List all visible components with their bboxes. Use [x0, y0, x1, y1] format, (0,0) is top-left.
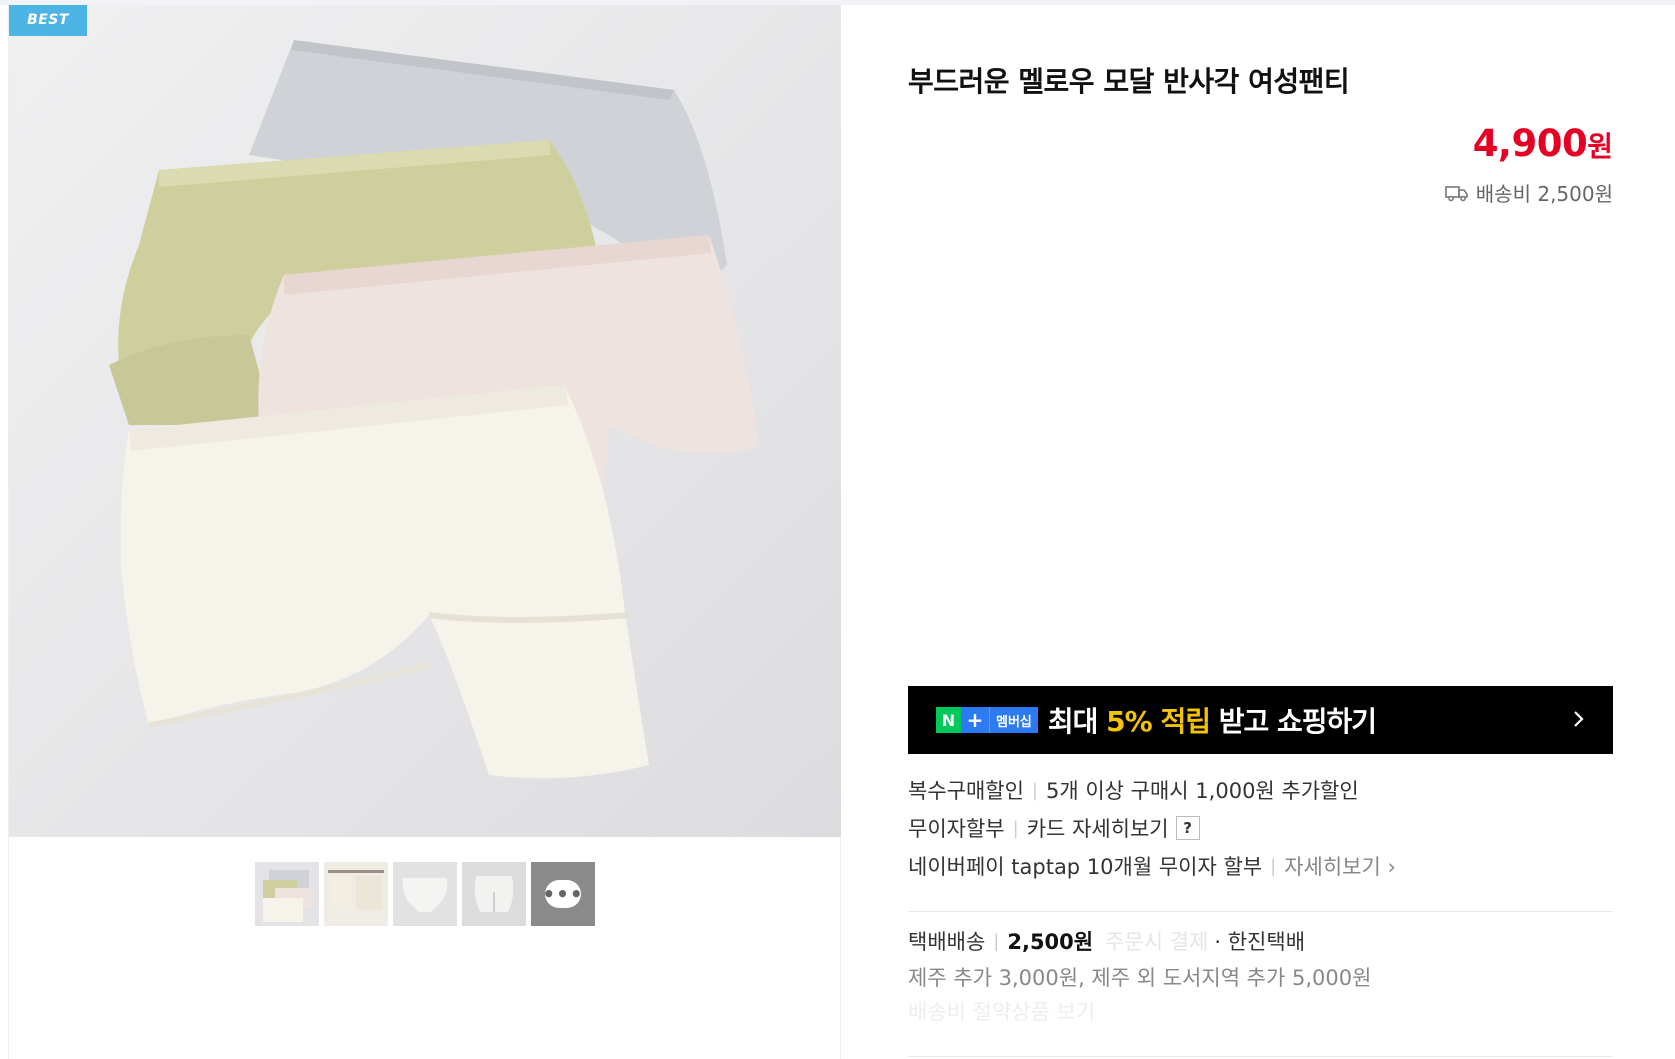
naver-n-logo: N	[936, 707, 961, 733]
courier-name: · 한진택배	[1214, 930, 1306, 954]
thumbnail-strip: •••	[255, 862, 595, 926]
product-price: 4,900	[1472, 122, 1588, 165]
truck-icon	[1444, 185, 1468, 201]
delivery-type: 택배배송	[908, 930, 986, 954]
separator: |	[993, 930, 1000, 952]
product-info-panel: 부드러운 멜로우 모달 반사각 여성팬티 4,900 원 배송비 2,500원 …	[908, 0, 1613, 1059]
bottom-divider	[908, 1056, 1613, 1057]
thumbnail-image	[324, 862, 388, 926]
naverpay-installment-row: 네이버페이 taptap 10개월 무이자 할부 | 자세히보기 ›	[908, 851, 1396, 881]
installment-label: 무이자할부	[908, 817, 1005, 841]
price-row: 4,900 원	[1473, 122, 1613, 165]
shipping-fee-text: 배송비 2,500원	[1475, 182, 1613, 206]
thumbnail-image	[255, 862, 319, 926]
delivery-price: 2,500원	[1007, 930, 1094, 954]
thumbnail-4[interactable]	[462, 862, 526, 926]
best-badge: BEST	[9, 5, 87, 36]
separator: |	[1031, 779, 1038, 801]
naverpay-text: 네이버페이 taptap 10개월 무이자 할부	[908, 855, 1263, 879]
delivery-extra-fee: 제주 추가 3,000원, 제주 외 도서지역 추가 5,000원	[908, 966, 1372, 990]
thumbnail-2[interactable]	[324, 862, 388, 926]
membership-label: 멤버십	[989, 707, 1038, 733]
multi-discount-label: 복수구매할인	[908, 779, 1024, 803]
separator: |	[1270, 855, 1277, 877]
thumbnail-image	[393, 862, 457, 926]
multi-purchase-discount: 복수구매할인 | 5개 이상 구매시 1,000원 추가할인	[908, 775, 1359, 805]
delivery-row: 택배배송 | 2,500원 주문시 결제 · 한진택배	[908, 926, 1305, 956]
shipping-fee-row: 배송비 2,500원	[1444, 178, 1613, 207]
banner-text-before: 최대	[1047, 705, 1107, 738]
image-panel: BEST •••	[8, 5, 841, 1059]
help-icon[interactable]: ?	[1175, 816, 1200, 840]
card-details-link[interactable]: 카드 자세히보기	[1027, 813, 1169, 843]
section-divider	[908, 911, 1613, 912]
thumbnail-1[interactable]	[255, 862, 319, 926]
product-page: BEST ••• 부드러운 멜로우 모달 반사각 여성팬티 4,900 원 배송…	[0, 0, 1675, 1059]
product-title: 부드러운 멜로우 모달 반사각 여성팬티	[908, 65, 1350, 98]
multi-discount-value: 5개 이상 구매시 1,000원 추가할인	[1046, 779, 1359, 803]
naver-plus-badge: N + 멤버십	[936, 707, 1038, 733]
banner-highlight: 5% 적립	[1106, 705, 1211, 738]
plus-icon: +	[961, 707, 989, 733]
naverpay-details-link[interactable]: 자세히보기 ›	[1284, 851, 1396, 881]
delivery-faded-text: 주문시 결제	[1105, 930, 1209, 954]
separator: |	[1012, 817, 1019, 839]
chevron-right-icon	[1574, 711, 1584, 727]
more-icon: •••	[542, 880, 584, 908]
naver-membership-banner[interactable]: N + 멤버십 최대 5% 적립 받고 쇼핑하기	[908, 686, 1613, 754]
banner-text: 최대 5% 적립 받고 쇼핑하기	[1047, 700, 1377, 740]
thumbnail-more[interactable]: •••	[531, 862, 595, 926]
product-photo-illustration	[109, 40, 759, 779]
thumbnail-3[interactable]	[393, 862, 457, 926]
installment-row: 무이자할부 | 카드 자세히보기 ?	[908, 813, 1200, 843]
delivery-saving-link[interactable]: 배송비 절약상품 보기	[908, 996, 1095, 1026]
thumbnail-image	[462, 862, 526, 926]
price-unit: 원	[1587, 130, 1613, 163]
main-product-image[interactable]: BEST	[9, 5, 841, 837]
banner-text-after: 받고 쇼핑하기	[1209, 705, 1377, 738]
